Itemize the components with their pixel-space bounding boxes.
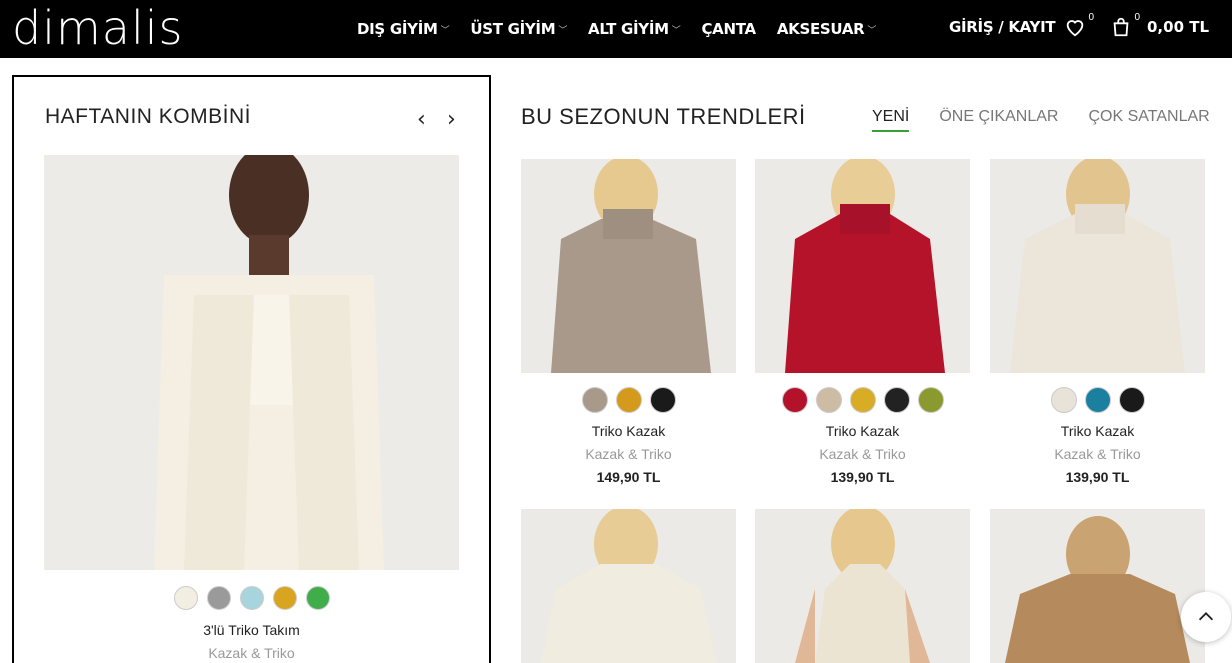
combo-product-image[interactable]	[44, 155, 459, 570]
product-image[interactable]	[990, 509, 1205, 663]
product-image[interactable]	[521, 159, 736, 373]
swatch[interactable]	[206, 586, 231, 610]
nav-ust-giyim[interactable]: ÜST GİYİM ﹀	[470, 20, 567, 38]
swatch[interactable]	[815, 387, 842, 413]
product-card	[755, 509, 970, 663]
product-category[interactable]: Kazak & Triko	[755, 446, 970, 462]
nav-canta[interactable]: ÇANTA	[701, 20, 756, 38]
shopping-bag-icon	[1113, 17, 1129, 37]
chevron-up-icon	[1198, 612, 1214, 621]
scroll-to-top-button[interactable]	[1181, 592, 1231, 642]
product-name[interactable]: Triko Kazak	[521, 423, 736, 439]
site-header: dimalis DIŞ GİYİM ﹀ ÜST GİYİM ﹀ ALT GİYİM ﹀…	[0, 0, 1232, 58]
combo-of-week-panel: HAFTANIN KOMBİNİ ‹ › 3'lü Triko Takım Ka…	[12, 75, 491, 663]
swatch[interactable]	[581, 387, 608, 413]
nav-dis-giyim[interactable]: DIŞ GİYİM ﹀	[357, 20, 450, 38]
swatch[interactable]	[305, 586, 330, 610]
login-register-link[interactable]: GİRİŞ / KAYIT	[949, 18, 1056, 36]
chevron-down-icon: ﹀	[671, 25, 681, 36]
swatch[interactable]	[849, 387, 876, 413]
main-nav: DIŞ GİYİM ﹀ ÜST GİYİM ﹀ ALT GİYİM ﹀ ÇANTA A…	[357, 0, 897, 58]
tab-new[interactable]: YENİ	[872, 108, 910, 132]
product-swatches	[755, 387, 970, 413]
product-card	[521, 509, 736, 663]
tab-best-sellers[interactable]: ÇOK SATANLAR	[1088, 108, 1209, 132]
cart-button[interactable]: 0	[1110, 12, 1140, 40]
combo-product-category[interactable]: Kazak & Triko	[14, 645, 489, 661]
combo-title: HAFTANIN KOMBİNİ	[45, 105, 251, 128]
product-image[interactable]	[990, 159, 1205, 373]
product-card: Triko Kazak Kazak & Triko 139,90 TL	[755, 159, 970, 485]
combo-swatches	[14, 586, 489, 610]
product-price: 139,90 TL	[1065, 469, 1130, 485]
product-image[interactable]	[755, 509, 970, 663]
product-category[interactable]: Kazak & Triko	[990, 446, 1205, 462]
cart-count: 0	[1134, 12, 1140, 23]
trends-title: BU SEZONUN TRENDLERİ	[521, 104, 806, 129]
product-card: Triko Kazak Kazak & Triko 149,90 TL	[521, 159, 736, 485]
wishlist-button[interactable]: 0	[1064, 12, 1094, 40]
product-name[interactable]: Triko Kazak	[755, 423, 970, 439]
chevron-down-icon: ﹀	[867, 25, 877, 36]
swatch[interactable]	[883, 387, 910, 413]
heart-icon	[1066, 20, 1084, 37]
product-image[interactable]	[521, 509, 736, 663]
swatch[interactable]	[1050, 387, 1077, 413]
tab-featured[interactable]: ÖNE ÇIKANLAR	[939, 108, 1058, 132]
swatch[interactable]	[615, 387, 642, 413]
product-swatches	[521, 387, 736, 413]
swatch[interactable]	[173, 586, 198, 610]
combo-product-name[interactable]: 3'lü Triko Takım	[14, 622, 489, 638]
product-name[interactable]: Triko Kazak	[990, 423, 1205, 439]
chevron-down-icon: ﹀	[558, 25, 568, 36]
product-card	[990, 509, 1205, 663]
trend-tabs: YENİ ÖNE ÇIKANLAR ÇOK SATANLAR	[872, 108, 1210, 132]
cart-total[interactable]: 0,00 TL	[1147, 18, 1209, 36]
chevron-right-icon[interactable]: ›	[447, 107, 456, 132]
nav-alt-giyim[interactable]: ALT GİYİM ﹀	[588, 20, 681, 38]
swatch[interactable]	[1118, 387, 1145, 413]
product-price: 139,90 TL	[830, 469, 895, 485]
swatch[interactable]	[781, 387, 808, 413]
swatch[interactable]	[649, 387, 676, 413]
product-image[interactable]	[755, 159, 970, 373]
nav-aksesuar[interactable]: AKSESUAR ﹀	[777, 20, 877, 38]
product-category[interactable]: Kazak & Triko	[521, 446, 736, 462]
chevron-left-icon[interactable]: ‹	[417, 107, 426, 132]
product-card: Triko Kazak Kazak & Triko 139,90 TL	[990, 159, 1205, 485]
chevron-down-icon: ﹀	[440, 25, 450, 36]
site-logo[interactable]: dimalis	[12, 4, 184, 52]
swatch[interactable]	[272, 586, 297, 610]
product-swatches	[990, 387, 1205, 413]
swatch[interactable]	[1084, 387, 1111, 413]
swatch[interactable]	[239, 586, 264, 610]
swatch[interactable]	[917, 387, 944, 413]
product-price: 149,90 TL	[596, 469, 661, 485]
wishlist-count: 0	[1088, 12, 1094, 23]
